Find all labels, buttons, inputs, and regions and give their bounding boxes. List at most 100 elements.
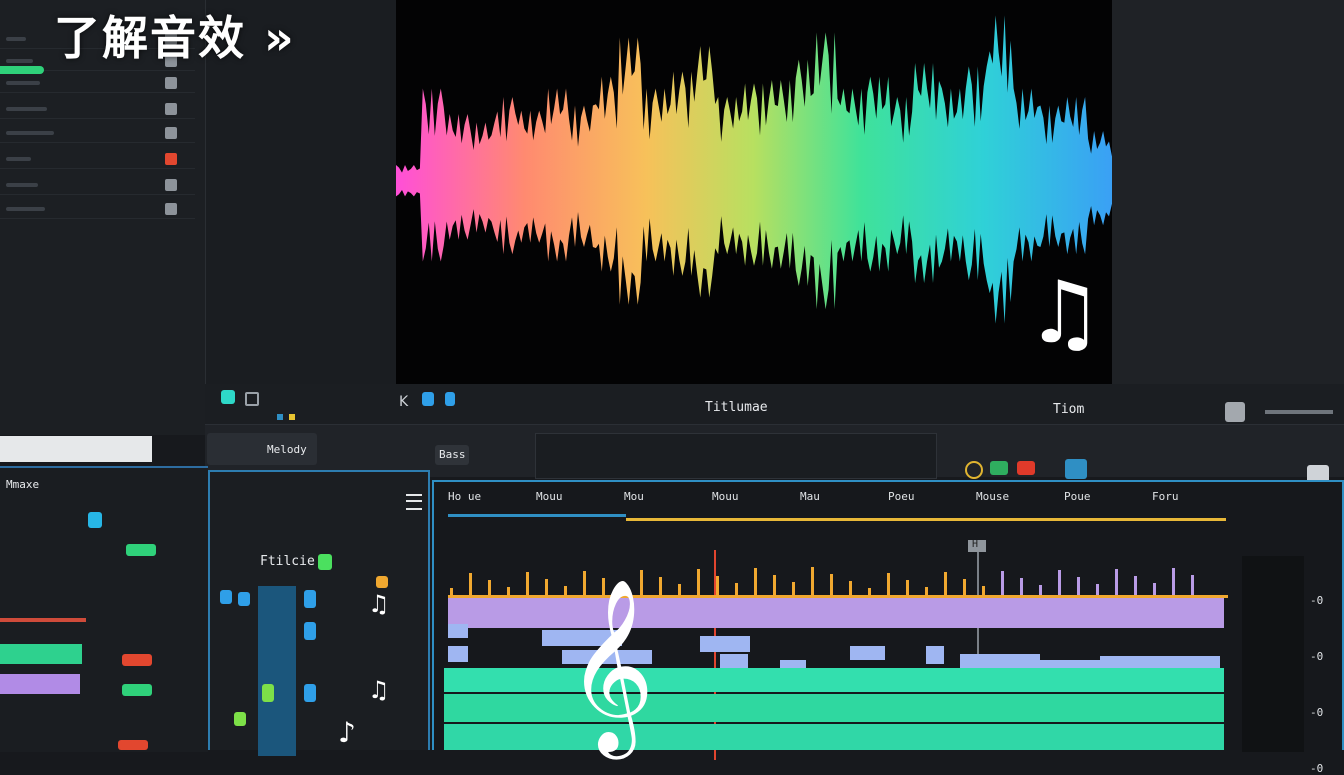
scale-label: -0 (1310, 706, 1324, 719)
ruler-mark: Mau (800, 490, 820, 503)
loop-button[interactable] (221, 390, 235, 404)
row-toggle[interactable] (165, 127, 177, 139)
midi-block[interactable] (448, 646, 468, 662)
ruler-mark: Mouu (536, 490, 563, 503)
channel-red-button-2[interactable] (118, 740, 148, 750)
left-panel-row[interactable] (0, 100, 195, 119)
channel-strip-green[interactable] (0, 644, 82, 664)
marker-dot-yellow (289, 414, 295, 420)
instrument-blue-5[interactable] (304, 684, 316, 702)
mixer-toggle[interactable] (88, 512, 102, 528)
page-title: 了解音效 » (54, 11, 296, 65)
mixer-header: Mmaxe (6, 478, 40, 491)
mixer-panel: Mmaxe (0, 466, 208, 752)
midi-block[interactable] (448, 624, 468, 638)
row-line (6, 131, 54, 135)
channel-red-button[interactable] (122, 654, 152, 666)
cursor-icon (245, 392, 259, 406)
midi-block[interactable] (926, 646, 944, 664)
ruler-mark: Mouu (712, 490, 739, 503)
scale-label: -0 (1310, 650, 1324, 663)
left-panel-row[interactable] (0, 176, 195, 195)
channel-strip-purple[interactable] (0, 674, 80, 694)
rewind-button[interactable]: K (399, 394, 408, 410)
ruler-mark: Ho ue (448, 490, 482, 503)
music-note-icon-1: ♫ (368, 590, 390, 618)
audio-spike (716, 576, 719, 596)
fx-blue-button[interactable] (1065, 459, 1087, 479)
instrument-track-name: Ftilcie (260, 554, 315, 569)
playhead-label: H (972, 539, 979, 550)
row-line (6, 157, 31, 161)
waveform-preview: ♫ (396, 0, 1112, 392)
fx-yellow-button[interactable] (965, 461, 983, 479)
music-note-icon: ♫ (1026, 263, 1104, 363)
green-lane-3[interactable] (444, 724, 1224, 750)
midi-block[interactable] (850, 646, 885, 660)
music-note-icon-2: ♫ (368, 676, 390, 704)
instrument-green-2[interactable] (234, 712, 246, 726)
transport-bar: K Titlumae Tiom (205, 384, 1344, 424)
preview-right-label: Tiom (1053, 402, 1085, 417)
row-toggle[interactable] (165, 153, 177, 165)
playhead-marker[interactable]: H (968, 539, 986, 552)
music-note-icon-3: ♪ (338, 716, 356, 749)
active-row-indicator (0, 66, 44, 74)
purple-lane[interactable] (448, 598, 1224, 628)
audio-spike (1134, 576, 1137, 596)
search-field[interactable] (0, 436, 152, 462)
instrument-blue-1[interactable] (220, 590, 232, 604)
instrument-green-tag[interactable] (318, 554, 332, 570)
settings-button[interactable] (1225, 402, 1245, 422)
ruler-line-yellow (626, 518, 1226, 521)
audio-spike (488, 580, 491, 596)
ruler-mark: Mou (624, 490, 644, 503)
channel-fader-1[interactable] (0, 618, 86, 622)
midi-block[interactable] (720, 654, 748, 668)
level-meter (1242, 556, 1304, 752)
channel-green-1[interactable] (126, 544, 156, 556)
row-line (6, 37, 26, 41)
left-panel-row[interactable] (0, 200, 195, 219)
left-panel-row[interactable] (0, 150, 195, 169)
row-toggle[interactable] (165, 103, 177, 115)
audio-spike (1191, 575, 1194, 596)
instrument-panel: Ftilcie ♫ ♫ ♪ (208, 470, 430, 756)
audio-spike (697, 569, 700, 596)
track-selector[interactable]: Melody (207, 433, 317, 465)
instrument-orange-tag[interactable] (376, 576, 388, 588)
fx-red-button[interactable] (1017, 461, 1035, 475)
marker-dot-blue (277, 414, 283, 420)
hamburger-menu-icon[interactable] (406, 494, 422, 510)
green-lane-1[interactable] (444, 668, 1224, 692)
left-panel-row[interactable] (0, 74, 195, 93)
row-toggle[interactable] (165, 203, 177, 215)
instrument-blue-4[interactable] (304, 622, 316, 640)
audio-spike (792, 582, 795, 596)
audio-spike (773, 575, 776, 596)
record-button[interactable] (422, 392, 434, 406)
instrument-blue-2[interactable] (238, 592, 250, 606)
ruler-mark: Foru (1152, 490, 1179, 503)
midi-block[interactable] (700, 636, 750, 652)
instrument-green-1[interactable] (262, 684, 274, 702)
fx-green-button[interactable] (990, 461, 1008, 475)
row-toggle[interactable] (165, 179, 177, 191)
instrument-column[interactable] (258, 586, 296, 756)
audio-spike (1172, 568, 1175, 596)
green-lane-2[interactable] (444, 694, 1224, 722)
ruler-mark: Poue (1064, 490, 1091, 503)
channel-green-button[interactable] (122, 684, 152, 696)
ruler-mark: Mouse (976, 490, 1010, 503)
play-button[interactable] (445, 392, 455, 406)
row-toggle[interactable] (165, 77, 177, 89)
audio-spike (526, 572, 529, 596)
play-toggle[interactable]: Bass (435, 445, 469, 465)
row-line (6, 183, 38, 187)
instrument-blue-3[interactable] (304, 590, 316, 608)
scale-label: -0 (1310, 762, 1324, 775)
control-panel (535, 433, 937, 479)
row-line (6, 107, 47, 111)
left-panel-row[interactable] (0, 124, 195, 143)
settings-line (1265, 410, 1333, 414)
